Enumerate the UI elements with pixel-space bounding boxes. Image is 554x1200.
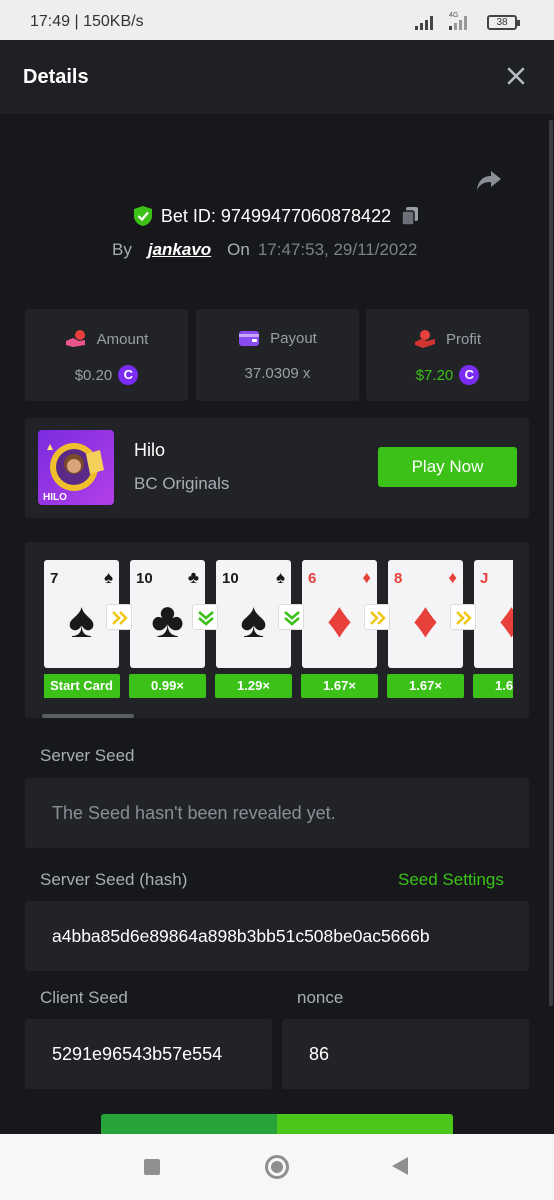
playing-card: J♦♦ — [474, 560, 513, 668]
coin-icon: C — [459, 365, 480, 385]
page-scrollbar[interactable] — [549, 120, 553, 1006]
on-label: On — [227, 240, 250, 259]
amount-value: $0.20 — [74, 366, 113, 384]
profit-value: $7.20 — [415, 366, 454, 384]
seed-settings-link[interactable]: Seed Settings — [398, 870, 504, 890]
card-rank: 10 — [222, 570, 239, 587]
thumb-label: HILO — [43, 492, 67, 503]
cards-scrollbar[interactable] — [42, 714, 134, 718]
skip-arrow-icon — [106, 604, 132, 630]
skip-arrow-icon — [450, 604, 476, 630]
coin-icon: C — [118, 365, 139, 385]
back-icon[interactable] — [392, 1157, 408, 1175]
card-suit-small: ♣ — [187, 568, 199, 587]
card-multiplier-label: 1.29× — [215, 674, 292, 698]
lower-arrow-icon — [278, 604, 304, 630]
wallet-icon — [239, 331, 260, 346]
lower-arrow-icon — [192, 604, 218, 630]
close-icon[interactable] — [504, 64, 528, 88]
server-seed-field: The Seed hasn't been revealed yet. — [25, 778, 529, 848]
bet-time: 17:47:53, 29/11/2022 — [257, 240, 418, 259]
client-seed-label: Client Seed — [40, 988, 128, 1007]
game-provider: BC Originals — [134, 474, 230, 493]
status-time: 17:49 | 150KB/s — [30, 13, 144, 30]
bet-author-row: By jankavo On 17:47:53, 29/11/2022 — [112, 240, 417, 260]
signal-icon-2 — [449, 16, 467, 30]
money-hand-icon — [65, 330, 85, 347]
status-bar: 17:49 | 150KB/s 4G 38 — [0, 0, 554, 40]
game-card: HILO Hilo BC Originals Play Now — [25, 418, 529, 518]
card-multiplier-label: Start Card — [44, 674, 120, 698]
share-icon[interactable] — [474, 165, 504, 195]
card-suit-icon: ♦ — [498, 592, 513, 648]
nonce-label: nonce — [297, 988, 344, 1007]
by-label: By — [112, 240, 132, 259]
card-suit-small: ♦ — [448, 568, 457, 587]
profit-hand-icon — [414, 330, 435, 348]
skip-arrow-icon — [364, 604, 390, 630]
play-now-button[interactable]: Play Now — [378, 447, 517, 487]
card-multiplier-label: 1.67× — [473, 674, 513, 698]
details-header: Details — [0, 40, 554, 114]
bet-id: Bet ID: 97499477060878422 — [160, 205, 392, 226]
card-rank: J — [480, 570, 489, 587]
profit-label: Profit — [445, 330, 481, 348]
card-suit-small: ♠ — [103, 568, 113, 587]
page-title: Details — [23, 66, 89, 88]
card-multiplier-label: 1.67× — [387, 674, 464, 698]
card-rank: 10 — [136, 570, 153, 587]
client-seed-field[interactable]: 5291e96543b57e554 — [25, 1019, 272, 1089]
game-thumbnail[interactable]: HILO — [38, 430, 114, 505]
card-rank: 6 — [308, 570, 317, 587]
card-rank: 8 — [394, 570, 403, 587]
card-multiplier-label: 0.99× — [129, 674, 206, 698]
copy-icon[interactable] — [399, 205, 421, 227]
bet-id-row: Bet ID: 97499477060878422 — [0, 205, 554, 227]
payout-value: 37.0309 x — [244, 365, 311, 382]
verified-shield-icon — [133, 206, 152, 226]
signal-icon — [415, 16, 433, 30]
stat-payout: Payout 37.0309 x — [196, 309, 359, 401]
cards-history-panel: 7 ♠ ♠ Start Card 10 ♣ ♣ 0.99× 10 ♠ ♠ 1.29× 6 ♦ ♦ 1.67× 8… — [25, 542, 529, 718]
home-icon[interactable] — [265, 1155, 289, 1179]
cards-track[interactable]: 7 ♠ ♠ Start Card 10 ♣ ♣ 0.99× 10 ♠ ♠ 1.29× 6 ♦ ♦ 1.67× 8… — [44, 560, 513, 700]
server-hash-label: Server Seed (hash) — [40, 870, 188, 889]
system-nav-bar — [0, 1134, 554, 1200]
recents-icon[interactable] — [144, 1159, 160, 1175]
amount-label: Amount — [96, 330, 149, 348]
card-multiplier-label: 1.67× — [301, 674, 378, 698]
stat-profit: Profit $7.20 C — [366, 309, 529, 401]
battery-icon: 38 — [487, 15, 520, 30]
game-name: Hilo — [134, 440, 166, 460]
server-seed-label: Server Seed — [40, 746, 135, 765]
card-rank: 7 — [50, 570, 59, 587]
stat-amount: Amount $0.20 C — [25, 309, 188, 401]
server-hash-field[interactable]: a4bba85d6e89864a898b3bb51c508be0ac5666b — [25, 901, 529, 971]
nonce-field[interactable]: 86 — [282, 1019, 529, 1089]
payout-label: Payout — [270, 329, 317, 347]
card-suit-small: ♠ — [275, 568, 285, 587]
card-suit-small: ♦ — [362, 568, 371, 587]
user-link[interactable]: jankavo — [148, 240, 211, 260]
hilo-logo-icon: HILO — [43, 443, 104, 503]
verify-button[interactable] — [101, 1114, 453, 1134]
